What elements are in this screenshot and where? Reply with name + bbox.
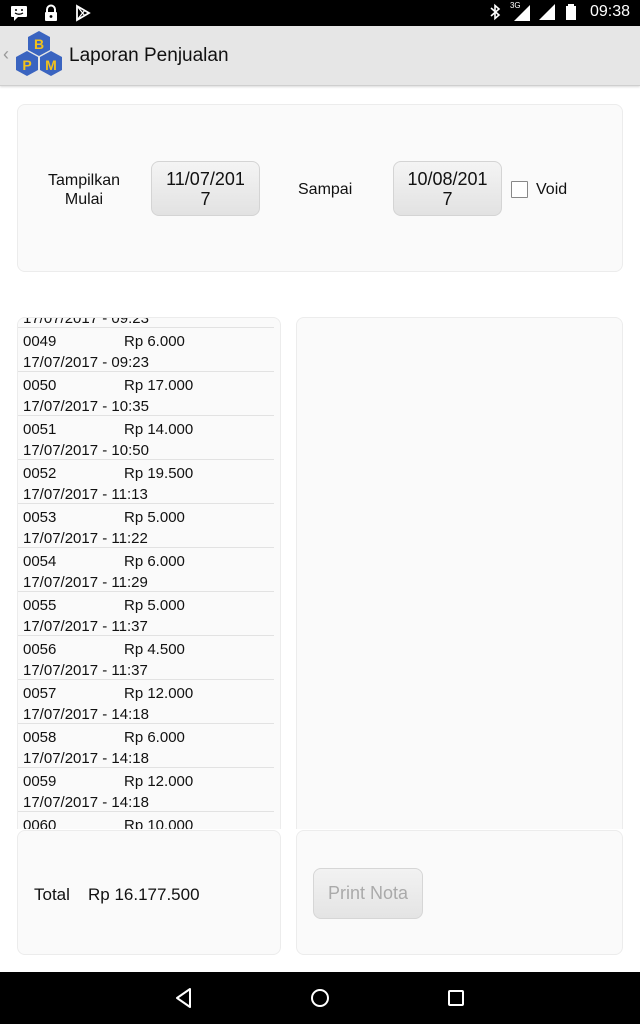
transaction-datetime: 17/07/2017 - 09:23 [23, 354, 149, 371]
battery-icon [565, 4, 576, 20]
transaction-datetime: 17/07/2017 - 10:35 [23, 398, 149, 415]
transaction-datetime: 17/07/2017 - 11:13 [23, 486, 148, 503]
start-date-label: Tampilkan Mulai [47, 172, 121, 208]
lock-icon [45, 4, 57, 21]
start-date-button[interactable]: 11/07/2017 [151, 161, 260, 216]
transaction-amount: Rp 12.000 [124, 685, 194, 702]
message-icon [11, 6, 27, 21]
transaction-amount: Rp 6.000 [124, 553, 185, 570]
transaction-amount: Rp 14.000 [124, 421, 194, 438]
filter-panel: Tampilkan Mulai 11/07/2017 Sampai 10/08/… [17, 104, 623, 272]
transaction-amount: Rp 12.000 [124, 773, 194, 790]
end-date-button[interactable]: 10/08/2017 [393, 161, 502, 216]
transaction-row[interactable]: 0049 Rp 6.000 17/07/2017 - 09:23 [18, 328, 274, 372]
transaction-list[interactable]: 0048Rp 5.00017/07/2017 - 09:23 0049 Rp 6.0… [17, 317, 281, 829]
total-panel: Total Rp 16.177.500 [17, 830, 281, 955]
logo-letter-p: P [22, 57, 31, 73]
transaction-row[interactable]: 0056 Rp 4.500 17/07/2017 - 11:37 [18, 636, 274, 680]
logo-letter-b: B [34, 36, 44, 52]
void-label: Void [536, 181, 568, 198]
transaction-amount: Rp 6.000 [124, 729, 185, 746]
play-store-icon [76, 4, 91, 22]
signal-3g-icon: 3G [510, 1, 532, 21]
print-panel: Print Nota [296, 830, 623, 955]
up-navigation-icon[interactable]: ‹ [3, 44, 9, 65]
transaction-number: 0053 [23, 509, 57, 526]
transaction-datetime: 17/07/2017 - 14:18 [23, 750, 149, 767]
transaction-number: 0057 [23, 685, 57, 702]
transaction-row[interactable]: 0058 Rp 6.000 17/07/2017 - 14:18 [18, 724, 274, 768]
transaction-amount: Rp 17.000 [124, 377, 194, 394]
transaction-number: 0049 [23, 333, 57, 350]
transaction-datetime: 17/07/2017 - 11:37 [23, 618, 148, 635]
transaction-row[interactable]: 0054 Rp 6.000 17/07/2017 - 11:29 [18, 548, 274, 592]
transaction-amount: Rp 5.000 [124, 509, 185, 526]
transaction-number: 0058 [23, 729, 57, 746]
transaction-datetime: 17/07/2017 - 10:50 [23, 442, 149, 459]
transaction-row[interactable]: 0060 Rp 10.000 [18, 812, 274, 829]
transaction-amount: Rp 10.000 [124, 817, 194, 829]
start-date-value: 11/07/2017 [166, 169, 245, 209]
void-checkbox[interactable] [511, 181, 528, 198]
bluetooth-icon [490, 3, 501, 21]
transaction-datetime: 17/07/2017 - 09:23 [23, 317, 149, 327]
transaction-amount: Rp 6.000 [124, 333, 185, 350]
transaction-number: 0056 [23, 641, 57, 658]
transaction-row[interactable]: 0053 Rp 5.000 17/07/2017 - 11:22 [18, 504, 274, 548]
transaction-row[interactable]: 0057 Rp 12.000 17/07/2017 - 14:18 [18, 680, 274, 724]
transaction-number: 0060 [23, 817, 57, 829]
detail-panel [296, 317, 623, 829]
transaction-amount: Rp 19.500 [124, 465, 194, 482]
transaction-datetime: 17/07/2017 - 11:29 [23, 574, 148, 591]
transaction-row[interactable]: 0059 Rp 12.000 17/07/2017 - 14:18 [18, 768, 274, 812]
transaction-row[interactable]: 0050 Rp 17.000 17/07/2017 - 10:35 [18, 372, 274, 416]
transaction-number: 0051 [23, 421, 57, 438]
home-icon[interactable] [308, 986, 332, 1010]
app-logo[interactable]: B P M [12, 29, 66, 83]
transaction-datetime: 17/07/2017 - 14:18 [23, 706, 149, 723]
signal-icon [538, 4, 555, 20]
app-bar: ‹ B P M Laporan Penjualan [0, 26, 640, 86]
back-icon[interactable] [172, 986, 196, 1010]
transaction-row[interactable]: 0055 Rp 5.000 17/07/2017 - 11:37 [18, 592, 274, 636]
end-date-value: 10/08/2017 [407, 169, 488, 209]
transaction-number: 0054 [23, 553, 57, 570]
transaction-amount: Rp 4.500 [124, 641, 185, 658]
transaction-number: 0052 [23, 465, 57, 482]
logo-letter-m: M [45, 57, 57, 73]
recents-icon[interactable] [444, 986, 468, 1010]
transaction-row[interactable]: 0048Rp 5.00017/07/2017 - 09:23 [18, 317, 274, 328]
transaction-number: 0059 [23, 773, 57, 790]
total-label: Total [34, 885, 70, 904]
transaction-list-scroll[interactable]: 0048Rp 5.00017/07/2017 - 09:23 0049 Rp 6.0… [18, 317, 280, 829]
clock: 09:38 [589, 3, 630, 20]
total-value: Rp 16.177.500 [88, 885, 200, 904]
transaction-number: 0055 [23, 597, 57, 614]
transaction-datetime: 17/07/2017 - 11:22 [23, 530, 148, 547]
transaction-number: 0050 [23, 377, 57, 394]
end-date-label: Sampai [298, 181, 353, 198]
navigation-bar [0, 972, 640, 1024]
status-bar: 3G 09:38 [0, 0, 640, 26]
page-title: Laporan Penjualan [69, 45, 229, 66]
transaction-row[interactable]: 0051 Rp 14.000 17/07/2017 - 10:50 [18, 416, 274, 460]
transaction-datetime: 17/07/2017 - 11:37 [23, 662, 148, 679]
transaction-amount: Rp 5.000 [124, 597, 185, 614]
print-nota-button[interactable]: Print Nota [313, 868, 423, 919]
transaction-datetime: 17/07/2017 - 14:18 [23, 794, 149, 811]
transaction-row[interactable]: 0052 Rp 19.500 17/07/2017 - 11:13 [18, 460, 274, 504]
